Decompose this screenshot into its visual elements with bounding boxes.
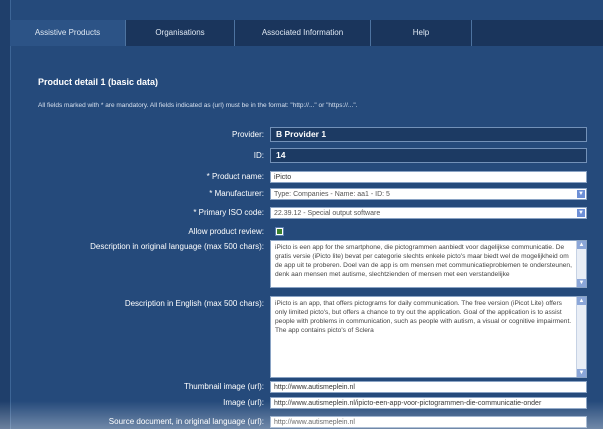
source-doc-input[interactable]: http://www.autismeplein.nl [270, 416, 587, 428]
manufacturer-value: Type: Companies - Name: aa1 - ID: 5 [274, 191, 390, 198]
image-label: Image (url): [223, 398, 264, 407]
source-doc-label: Source document, in original language (u… [108, 417, 264, 426]
chevron-down-icon[interactable]: ▼ [577, 190, 585, 198]
desc-english-scrollbar[interactable]: ▲ ▼ [576, 297, 586, 377]
desc-english-label: Description in English (max 500 chars): [124, 299, 264, 308]
primary-iso-label: * Primary ISO code: [193, 208, 264, 217]
mandatory-note: All fields marked with * are mandatory. … [38, 102, 358, 109]
product-name-label: * Product name: [206, 172, 264, 181]
tab-help[interactable]: Help [371, 20, 472, 46]
scroll-up-icon[interactable]: ▲ [577, 297, 586, 305]
allow-review-checkbox[interactable] [275, 227, 284, 236]
page-title: Product detail 1 (basic data) [38, 77, 159, 87]
product-name-input[interactable]: iPicto [270, 171, 587, 183]
thumbnail-label: Thumbnail image (url): [183, 382, 264, 391]
thumbnail-input[interactable]: http://www.autismeplein.nl [270, 381, 587, 393]
manufacturer-label: * Manufacturer: [209, 189, 264, 198]
scroll-down-icon[interactable]: ▼ [577, 369, 586, 377]
tab-organisations[interactable]: Organisations [126, 20, 235, 46]
tab-bar: Assistive Products Organisations Associa… [10, 20, 603, 46]
primary-iso-value: 22.39.12 - Special output software [274, 210, 381, 217]
id-field: 14 [270, 148, 587, 163]
image-input[interactable]: http://www.autismeplein.nl/ipicto-een-ap… [270, 397, 587, 409]
allow-review-label: Allow product review: [188, 227, 264, 236]
id-label: ID: [253, 151, 264, 160]
tab-associated-information[interactable]: Associated Information [235, 20, 371, 46]
tab-empty [472, 20, 603, 46]
desc-original-text: iPicto is een app for the smartphone, di… [275, 244, 572, 278]
desc-original-label: Description in original language (max 50… [90, 242, 264, 251]
provider-label: Provider: [231, 130, 264, 139]
primary-iso-select[interactable]: 22.39.12 - Special output software ▼ [270, 207, 587, 219]
desc-original-scrollbar[interactable]: ▲ ▼ [576, 241, 586, 287]
provider-field: B Provider 1 [270, 127, 587, 142]
scroll-up-icon[interactable]: ▲ [577, 241, 586, 249]
scroll-down-icon[interactable]: ▼ [577, 279, 586, 287]
desc-english-textarea[interactable]: iPicto is an app, that offers pictograms… [270, 296, 587, 378]
chevron-down-icon[interactable]: ▼ [577, 209, 585, 217]
desc-original-textarea[interactable]: iPicto is een app for the smartphone, di… [270, 240, 587, 288]
tab-assistive-products[interactable]: Assistive Products [10, 20, 126, 46]
manufacturer-select[interactable]: Type: Companies - Name: aa1 - ID: 5 ▼ [270, 188, 587, 200]
desc-english-text: iPicto is an app, that offers pictograms… [275, 300, 572, 334]
